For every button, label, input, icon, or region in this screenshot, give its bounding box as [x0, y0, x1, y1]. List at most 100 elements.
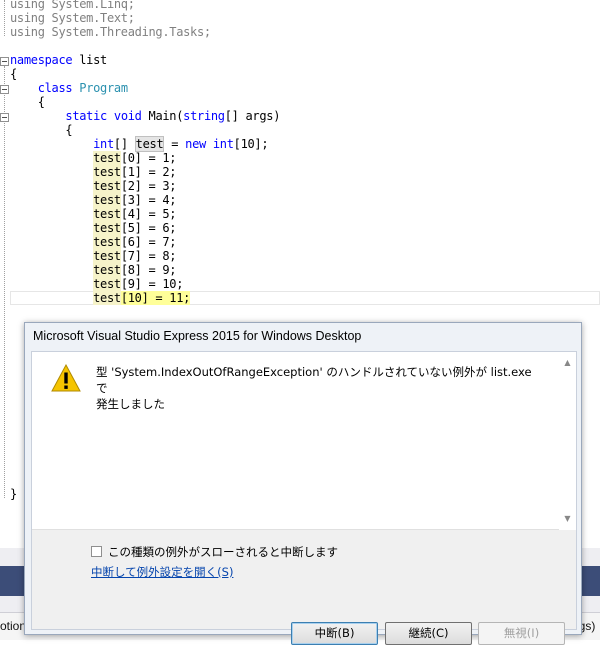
dialog-body: 型 'System.IndexOutOfRangeException' のハンド… — [31, 351, 577, 645]
code-line[interactable]: using System.Text; — [10, 11, 135, 25]
code-token: test — [93, 235, 121, 249]
code-token: test — [93, 193, 121, 207]
code-line[interactable]: test[9] = 10; — [10, 277, 183, 291]
break-on-exception-checkbox[interactable] — [91, 546, 102, 557]
code-token: void — [113, 109, 142, 123]
code-token: [] — [113, 137, 135, 151]
code-token: test — [93, 165, 121, 179]
code-line[interactable]: test[6] = 7; — [10, 235, 177, 249]
code-token: test — [134, 136, 165, 152]
code-line[interactable]: test[10] = 11; — [10, 291, 190, 305]
code-line[interactable]: static void Main(string[] args) — [10, 109, 280, 123]
collapse-namespace-icon[interactable] — [0, 57, 9, 66]
code-line[interactable]: namespace list — [10, 53, 107, 67]
code-token: static — [65, 109, 107, 123]
scroll-up-icon[interactable]: ▲ — [559, 354, 576, 371]
exception-message: 型 'System.IndexOutOfRangeException' のハンド… — [96, 364, 546, 412]
code-line[interactable]: using System.Linq; — [10, 0, 135, 11]
code-token: { — [10, 67, 17, 81]
code-token: using System.Linq; — [10, 0, 135, 11]
code-line[interactable]: int[] test = new int[10]; — [10, 136, 269, 152]
code-line[interactable]: { — [10, 123, 72, 137]
code-token: using System.Text; — [10, 11, 135, 25]
warning-icon — [51, 364, 81, 392]
code-token: [7] = 8; — [120, 249, 177, 263]
code-token: int — [93, 137, 114, 151]
code-token: new — [185, 137, 206, 151]
code-line[interactable]: { — [10, 67, 17, 81]
code-token: list — [72, 53, 107, 67]
code-token: Main( — [141, 109, 184, 123]
code-token: test — [93, 221, 121, 235]
code-token: int — [212, 137, 234, 151]
code-token: { — [37, 95, 45, 109]
code-line[interactable]: test[7] = 8; — [10, 249, 177, 263]
code-token: test — [93, 263, 121, 277]
code-line[interactable]: class Program — [10, 81, 128, 95]
code-line[interactable]: test[4] = 5; — [10, 207, 177, 221]
scroll-down-icon[interactable]: ▼ — [559, 510, 576, 527]
open-exception-settings-link[interactable]: 中断して例外設定を開く(S) — [91, 564, 233, 580]
code-token: test — [93, 249, 121, 263]
code-token: [9] = 10; — [120, 277, 184, 291]
code-token: [2] = 3; — [120, 179, 177, 193]
code-line[interactable]: test[1] = 2; — [10, 165, 177, 179]
code-line[interactable]: test[0] = 1; — [10, 151, 177, 165]
code-token: string — [183, 109, 225, 123]
code-token: [] args) — [224, 109, 281, 123]
code-token: = — [164, 137, 186, 151]
code-token: [3] = 4; — [120, 193, 177, 207]
continue-button[interactable]: 継続(C) — [385, 622, 472, 645]
message-area: 型 'System.IndexOutOfRangeException' のハンド… — [32, 352, 576, 530]
code-line[interactable]: test[8] = 9; — [10, 263, 177, 277]
code-token: test — [93, 151, 121, 165]
ignore-button[interactable]: 無視(I) — [478, 622, 565, 645]
code-token: test — [93, 291, 121, 305]
code-token: Program — [79, 81, 128, 95]
collapse-method-icon[interactable] — [0, 113, 9, 122]
code-token: [10]; — [233, 137, 269, 151]
outline-guide — [4, 66, 5, 498]
outline-guide — [4, 0, 5, 36]
message-line-2: 発生しました — [96, 397, 165, 411]
code-line[interactable]: test[5] = 6; — [10, 221, 177, 235]
code-token: test — [93, 179, 121, 193]
exception-dialog: Microsoft Visual Studio Express 2015 for… — [24, 322, 582, 645]
message-line-1: 型 'System.IndexOutOfRangeException' のハンド… — [96, 365, 532, 395]
code-token: namespace — [10, 53, 73, 67]
editor-gutter — [0, 0, 10, 548]
code-token: [8] = 9; — [120, 263, 177, 277]
code-line[interactable]: test[2] = 3; — [10, 179, 177, 193]
dialog-title: Microsoft Visual Studio Express 2015 for… — [33, 329, 362, 343]
message-scrollbar[interactable]: ▲ ▼ — [559, 352, 576, 530]
code-token: test — [93, 207, 121, 221]
code-line[interactable]: using System.Threading.Tasks; — [10, 25, 211, 39]
code-token: class — [37, 81, 73, 95]
code-token: [6] = 7; — [120, 235, 177, 249]
code-token: [4] = 5; — [120, 207, 177, 221]
code-token: using System.Threading.Tasks; — [10, 25, 211, 39]
collapse-class-icon[interactable] — [0, 85, 9, 94]
break-button[interactable]: 中断(B) — [291, 622, 378, 645]
break-on-exception-label[interactable]: この種類の例外がスローされると中断します — [108, 544, 338, 560]
ide-left-fragment: otion — [0, 619, 27, 633]
code-token: test — [93, 277, 121, 291]
code-line[interactable]: test[3] = 4; — [10, 193, 177, 207]
code-line[interactable]: { — [10, 95, 45, 109]
code-token: [5] = 6; — [120, 221, 177, 235]
